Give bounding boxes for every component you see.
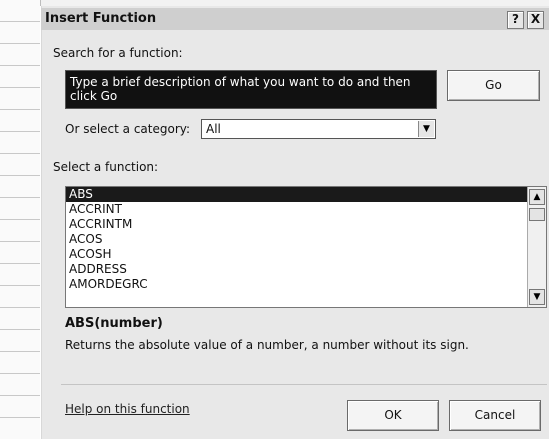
function-list-item[interactable]: ADDRESS bbox=[66, 262, 529, 277]
function-list-item[interactable]: ACOS bbox=[66, 232, 529, 247]
arrow-down-icon[interactable]: ▼ bbox=[529, 289, 545, 305]
function-list-item[interactable]: ACCRINT bbox=[66, 202, 529, 217]
function-list-item[interactable]: ACCRINTM bbox=[66, 217, 529, 232]
function-list-scrollbar[interactable]: ▲ ▼ bbox=[527, 187, 546, 307]
function-list[interactable]: ABS ACCRINT ACCRINTM ACOS ACOSH ADDRESS AMORDE… bbox=[65, 186, 547, 308]
category-select[interactable]: All ▼ bbox=[201, 119, 436, 139]
category-label: Or select a category: bbox=[65, 122, 191, 136]
scrollbar-thumb[interactable] bbox=[529, 208, 545, 221]
function-list-item[interactable]: AMORDEGRC bbox=[66, 277, 529, 292]
cancel-button[interactable]: Cancel bbox=[449, 400, 541, 431]
function-list-item[interactable]: ABS bbox=[66, 187, 529, 202]
search-label: Search for a function: bbox=[53, 46, 183, 60]
help-button[interactable]: ? bbox=[507, 11, 524, 29]
go-button[interactable]: Go bbox=[447, 70, 540, 101]
function-list-items: ABS ACCRINT ACCRINTM ACOS ACOSH ADDRESS AMORDE… bbox=[66, 187, 546, 292]
insert-function-dialog: Insert Function ? X Search for a functio… bbox=[40, 6, 549, 439]
chevron-down-icon[interactable]: ▼ bbox=[418, 121, 434, 137]
function-list-item[interactable]: ACOSH bbox=[66, 247, 529, 262]
ok-button[interactable]: OK bbox=[347, 400, 439, 431]
help-on-function-link[interactable]: Help on this function bbox=[65, 402, 190, 416]
dialog-title: Insert Function bbox=[45, 11, 157, 26]
dialog-titlebar[interactable]: Insert Function ? X bbox=[41, 8, 549, 30]
spreadsheet-row-strip bbox=[0, 0, 41, 439]
category-selected-value: All bbox=[206, 122, 221, 136]
function-list-label: Select a function: bbox=[53, 160, 159, 174]
footer-divider bbox=[61, 384, 547, 385]
arrow-up-icon[interactable]: ▲ bbox=[529, 189, 545, 205]
close-button[interactable]: X bbox=[527, 11, 544, 29]
search-input[interactable]: Type a brief description of what you wan… bbox=[65, 70, 437, 109]
function-description: Returns the absolute value of a number, … bbox=[65, 338, 469, 352]
function-signature: ABS(number) bbox=[65, 316, 163, 331]
